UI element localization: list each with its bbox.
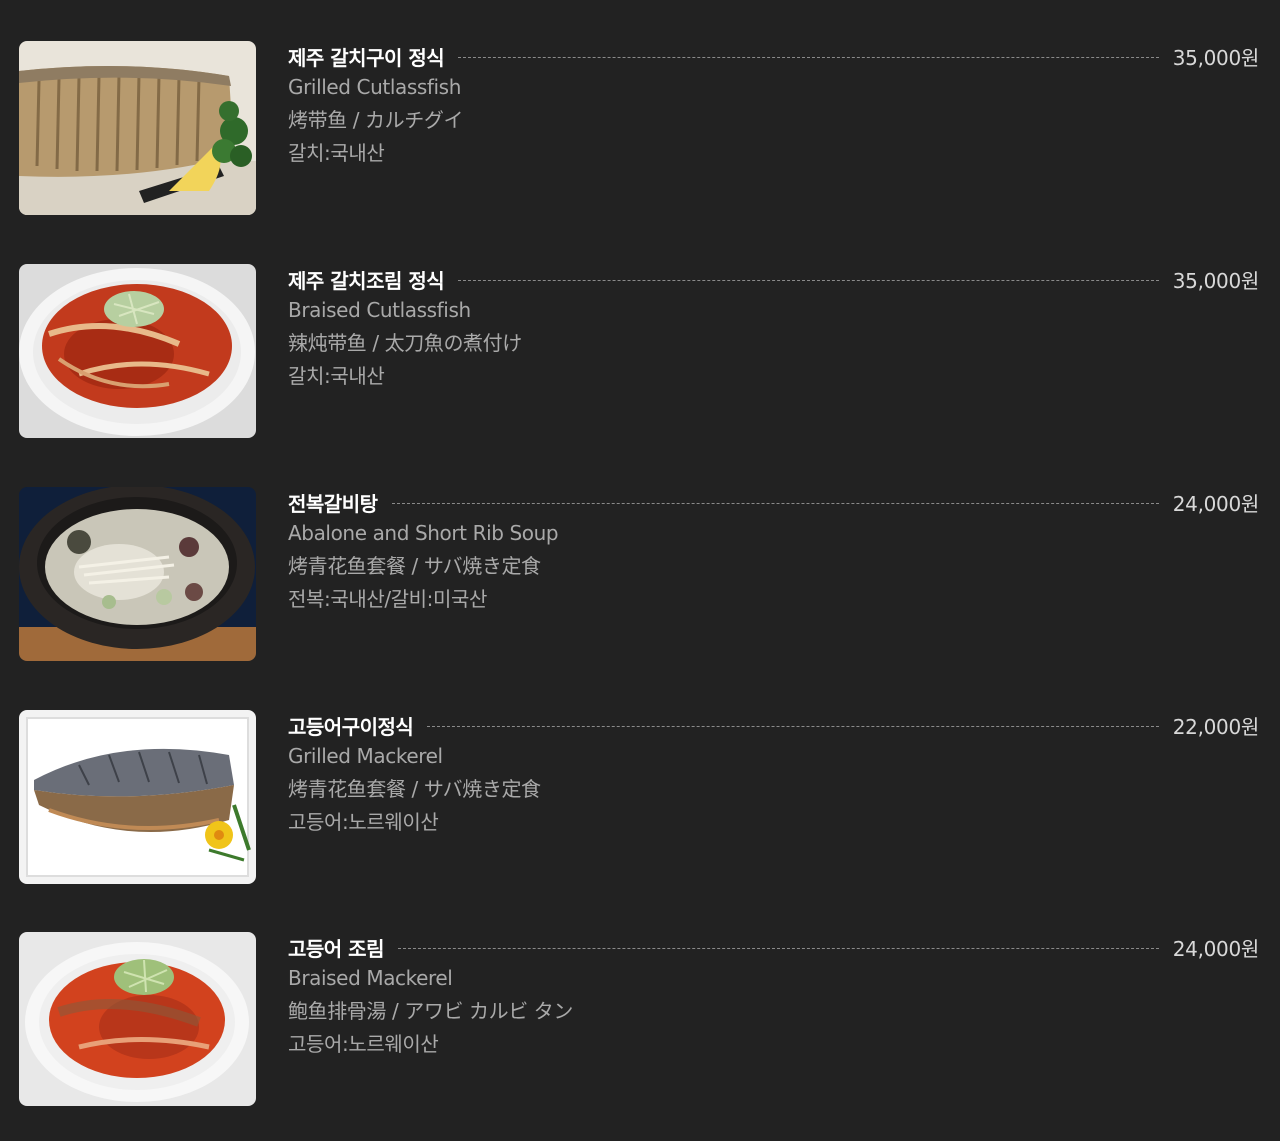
menu-item-origin: 고등어:노르웨이산 — [288, 810, 439, 834]
menu-item-info: 제주 갈치구이 정식 35,000원 Grilled Cutlassfish 烤… — [288, 41, 1259, 170]
braised-cutlassfish-photo — [19, 264, 256, 438]
menu-item-price: 24,000원 — [1172, 491, 1260, 516]
title-row: 제주 갈치구이 정식 35,000원 — [288, 41, 1259, 71]
menu-item-name-ko: 전복갈비탕 — [288, 491, 378, 516]
menu-item-name-cn-jp: 鲍鱼排骨湯 / アワビ カルビ タン — [288, 999, 573, 1023]
menu-item-name-cn-jp: 烤带鱼 / カルチグイ — [288, 108, 464, 132]
menu-item-name-cn-jp: 烤青花鱼套餐 / サバ焼き定食 — [288, 554, 541, 578]
menu-list: 제주 갈치구이 정식 35,000원 Grilled Cutlassfish 烤… — [0, 0, 1280, 1141]
menu-item[interactable]: 고등어구이정식 22,000원 Grilled Mackerel 烤青花鱼套餐 … — [19, 710, 1259, 886]
menu-item[interactable]: 제주 갈치조림 정식 35,000원 Braised Cutlassfish 辣… — [19, 264, 1259, 440]
menu-item-origin: 전복:국내산/갈비:미국산 — [288, 587, 488, 611]
menu-item-origin: 갈치:국내산 — [288, 141, 385, 165]
menu-item-name-en: Grilled Mackerel — [288, 744, 443, 768]
menu-item-name-en: Braised Mackerel — [288, 966, 453, 990]
menu-item-origin: 갈치:국내산 — [288, 364, 385, 388]
menu-item[interactable]: 전복갈비탕 24,000원 Abalone and Short Rib Soup… — [19, 487, 1259, 663]
menu-item-info: 고등어 조림 24,000원 Braised Mackerel 鲍鱼排骨湯 / … — [288, 932, 1259, 1061]
menu-item-price: 22,000원 — [1172, 714, 1260, 739]
menu-item-price: 24,000원 — [1172, 936, 1260, 961]
menu-item-price: 35,000원 — [1172, 45, 1260, 70]
menu-item-name-en: Braised Cutlassfish — [288, 298, 471, 322]
menu-item-name-ko: 제주 갈치조림 정식 — [288, 268, 445, 293]
title-row: 제주 갈치조림 정식 35,000원 — [288, 264, 1259, 294]
menu-item-name-ko: 제주 갈치구이 정식 — [288, 45, 445, 70]
menu-item-name-en: Grilled Cutlassfish — [288, 75, 461, 99]
dotted-leader — [458, 279, 1159, 281]
title-row: 전복갈비탕 24,000원 — [288, 487, 1259, 517]
menu-item-name-cn-jp: 烤青花鱼套餐 / サバ焼き定食 — [288, 777, 541, 801]
menu-item-info: 고등어구이정식 22,000원 Grilled Mackerel 烤青花鱼套餐 … — [288, 710, 1259, 839]
title-row: 고등어구이정식 22,000원 — [288, 710, 1259, 740]
menu-item[interactable]: 고등어 조림 24,000원 Braised Mackerel 鲍鱼排骨湯 / … — [19, 932, 1259, 1108]
menu-item-info: 전복갈비탕 24,000원 Abalone and Short Rib Soup… — [288, 487, 1259, 616]
grilled-mackerel-photo — [19, 710, 256, 884]
grilled-cutlassfish-photo — [19, 41, 256, 215]
menu-item-name-en: Abalone and Short Rib Soup — [288, 521, 559, 545]
menu-item[interactable]: 제주 갈치구이 정식 35,000원 Grilled Cutlassfish 烤… — [19, 41, 1259, 217]
menu-item-name-cn-jp: 辣炖带鱼 / 太刀魚の煮付け — [288, 331, 522, 355]
abalone-short-rib-soup-photo — [19, 487, 256, 661]
dotted-leader — [391, 502, 1159, 504]
dotted-leader — [458, 56, 1159, 58]
menu-item-name-ko: 고등어 조림 — [288, 936, 384, 961]
dotted-leader — [427, 725, 1159, 727]
title-row: 고등어 조림 24,000원 — [288, 932, 1259, 962]
dotted-leader — [397, 947, 1159, 949]
menu-item-name-ko: 고등어구이정식 — [288, 714, 414, 739]
menu-item-origin: 고등어:노르웨이산 — [288, 1032, 439, 1056]
menu-item-info: 제주 갈치조림 정식 35,000원 Braised Cutlassfish 辣… — [288, 264, 1259, 393]
menu-item-price: 35,000원 — [1172, 268, 1260, 293]
braised-mackerel-photo — [19, 932, 256, 1106]
